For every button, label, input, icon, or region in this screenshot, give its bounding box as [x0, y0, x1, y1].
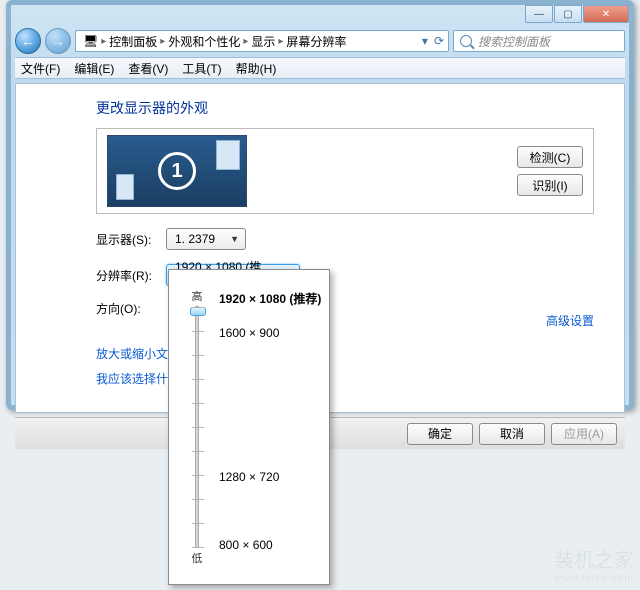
nav-forward-button[interactable]: →	[45, 28, 71, 54]
menu-view[interactable]: 查看(V)	[128, 60, 168, 77]
search-input[interactable]: 搜索控制面板	[453, 30, 625, 52]
menu-edit[interactable]: 编辑(E)	[74, 60, 114, 77]
display-value: 1. 2379	[175, 232, 215, 246]
orientation-label: 方向(O):	[96, 300, 166, 317]
address-bar[interactable]: 🖥 ▸ 控制面板 ▸ 外观和个性化 ▸ 显示 ▸ 屏幕分辨率 ▾ ⟳	[75, 30, 449, 52]
watermark: 装机之家 www.lotpc.com	[524, 544, 634, 584]
nav-back-button[interactable]: ←	[15, 28, 41, 54]
watermark-sub: www.lotpc.com	[554, 573, 634, 584]
slider-low-label: 低	[192, 550, 203, 566]
address-icon: 🖥	[80, 34, 101, 48]
advanced-settings-link[interactable]: 高级设置	[546, 312, 594, 329]
search-icon	[460, 35, 472, 47]
search-placeholder: 搜索控制面板	[478, 33, 550, 50]
resolution-label: 分辨率(R):	[96, 267, 166, 284]
breadcrumb-seg[interactable]: 显示	[248, 33, 278, 50]
refresh-icon[interactable]: ⟳	[434, 34, 444, 48]
breadcrumb-seg[interactable]: 屏幕分辨率	[283, 33, 349, 50]
menu-help[interactable]: 帮助(H)	[236, 60, 277, 77]
breadcrumb-seg[interactable]: 外观和个性化	[165, 33, 243, 50]
display-label: 显示器(S):	[96, 231, 166, 248]
chevron-down-icon: ▼	[230, 234, 239, 244]
resolution-option[interactable]: 800 × 600	[219, 538, 273, 552]
display-dropdown[interactable]: 1. 2379 ▼	[166, 228, 246, 250]
star-icon	[524, 551, 550, 577]
window-thumb	[216, 140, 240, 170]
identify-button[interactable]: 识别(I)	[517, 174, 583, 196]
detect-button[interactable]: 检测(C)	[517, 146, 583, 168]
monitor-preview-box: 1 检测(C) 识别(I)	[96, 128, 594, 214]
window-thumb	[116, 174, 134, 200]
maximize-button[interactable]: ▢	[554, 5, 582, 23]
cancel-button[interactable]: 取消	[479, 423, 545, 445]
resolution-option[interactable]: 1280 × 720	[219, 470, 279, 484]
watermark-title: 装机之家	[554, 550, 634, 572]
slider-high-label: 高	[192, 288, 203, 304]
minimize-button[interactable]: —	[525, 5, 553, 23]
ok-button[interactable]: 确定	[407, 423, 473, 445]
nav-row: ← → 🖥 ▸ 控制面板 ▸ 外观和个性化 ▸ 显示 ▸ 屏幕分辨率 ▾ ⟳ 搜…	[15, 27, 625, 55]
resolution-popup: 高 低 1920 × 1080 (推荐) 1600 × 900 1280 × 7…	[168, 269, 330, 585]
menu-bar: 文件(F) 编辑(E) 查看(V) 工具(T) 帮助(H)	[15, 57, 625, 79]
monitor-preview[interactable]: 1	[107, 135, 247, 207]
slider-track[interactable]	[195, 306, 199, 548]
close-button[interactable]: ✕	[583, 5, 629, 23]
apply-button[interactable]: 应用(A)	[551, 423, 617, 445]
monitor-number-badge: 1	[158, 152, 196, 190]
page-title: 更改显示器的外观	[96, 98, 594, 118]
resolution-option[interactable]: 1600 × 900	[219, 326, 279, 340]
menu-file[interactable]: 文件(F)	[21, 60, 60, 77]
chevron-down-icon[interactable]: ▾	[422, 34, 428, 48]
breadcrumb-seg[interactable]: 控制面板	[106, 33, 160, 50]
slider-thumb[interactable]	[190, 307, 206, 316]
menu-tools[interactable]: 工具(T)	[182, 60, 221, 77]
resolution-option[interactable]: 1920 × 1080 (推荐)	[219, 290, 321, 307]
titlebar: — ▢ ✕	[11, 5, 629, 27]
resolution-slider[interactable]: 高 低	[187, 288, 207, 566]
